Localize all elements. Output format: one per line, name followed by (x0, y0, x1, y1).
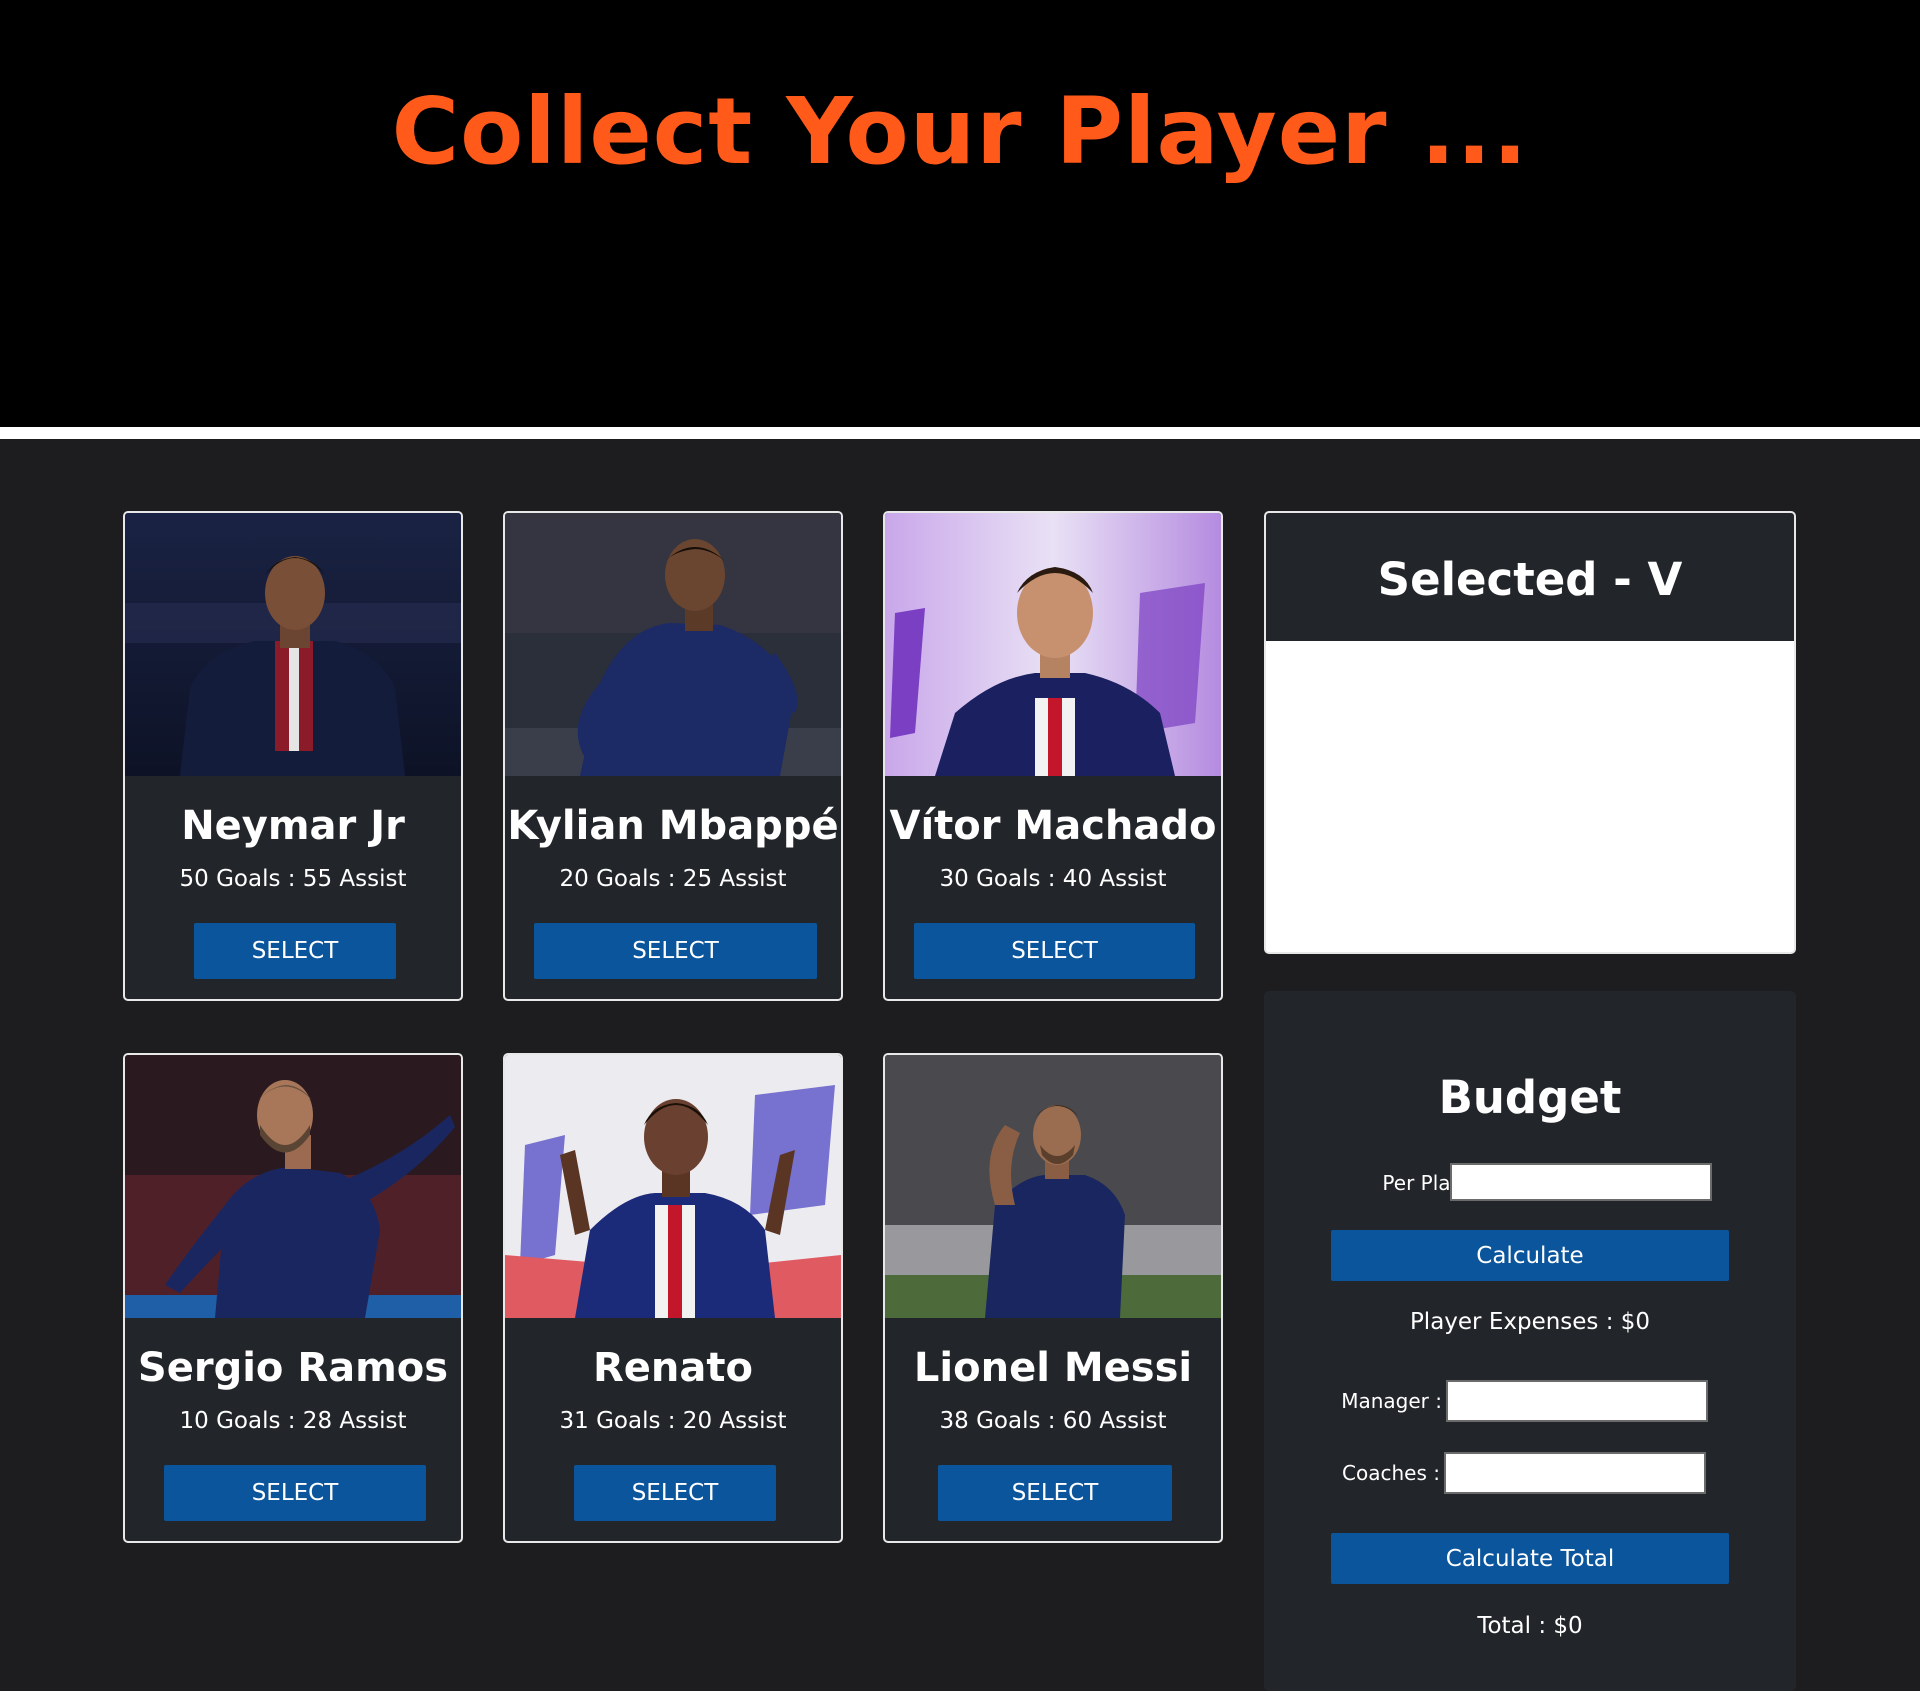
calculate-total-button[interactable]: Calculate Total (1331, 1533, 1729, 1584)
player-stats: 30 Goals : 40 Assist (939, 866, 1167, 892)
player-name: Kylian Mbappé (507, 803, 839, 849)
select-button-neymar[interactable]: SELECT (194, 923, 396, 979)
total-amount: Total : $0 (1477, 1613, 1583, 1639)
select-button-messi[interactable]: SELECT (938, 1465, 1172, 1521)
player-name: Vítor Machado (889, 803, 1217, 849)
player-stats: 31 Goals : 20 Assist (559, 1408, 787, 1434)
selected-panel-header: Selected - V (1266, 513, 1794, 641)
player-name: Lionel Messi (913, 1345, 1193, 1391)
player-card-messi: Lionel Messi 38 Goals : 60 Assist SELECT (883, 1053, 1223, 1543)
select-button-machado[interactable]: SELECT (914, 923, 1195, 979)
player-photo-messi (885, 1055, 1221, 1318)
select-button-mbappe[interactable]: SELECT (534, 923, 817, 979)
player-card-ramos: Sergio Ramos 10 Goals : 28 Assist SELECT (123, 1053, 463, 1543)
player-stats: 20 Goals : 25 Assist (559, 866, 787, 892)
select-button-ramos[interactable]: SELECT (164, 1465, 426, 1521)
player-name: Neymar Jr (181, 803, 405, 849)
selected-title: Selected - V (1377, 553, 1683, 606)
player-photo-neymar (125, 513, 461, 776)
page-header: Collect Your Player ... (0, 0, 1920, 427)
select-button-renato[interactable]: SELECT (574, 1465, 776, 1521)
player-card-renato: Renato 31 Goals : 20 Assist SELECT (503, 1053, 843, 1543)
player-name: Sergio Ramos (137, 1345, 449, 1391)
player-card-neymar: Neymar Jr 50 Goals : 55 Assist SELECT (123, 511, 463, 1001)
player-photo-mbappe (505, 513, 841, 776)
player-photo-machado (885, 513, 1221, 776)
player-stats: 50 Goals : 55 Assist (179, 866, 407, 892)
budget-title: Budget (1438, 1071, 1622, 1124)
player-photo-renato (505, 1055, 841, 1318)
header-divider (0, 427, 1920, 439)
page-title: Collect Your Player ... (391, 78, 1529, 185)
manager-label: Manager : (1341, 1389, 1442, 1413)
player-expenses: Player Expenses : $0 (1409, 1309, 1651, 1335)
calculate-button[interactable]: Calculate (1331, 1230, 1729, 1281)
player-name: Renato (593, 1345, 753, 1391)
player-photo-ramos (125, 1055, 461, 1318)
player-stats: 38 Goals : 60 Assist (939, 1408, 1167, 1434)
coaches-input[interactable] (1444, 1452, 1706, 1494)
manager-input[interactable] (1446, 1380, 1708, 1422)
coaches-label: Coaches : (1342, 1461, 1440, 1485)
player-stats: 10 Goals : 28 Assist (179, 1408, 407, 1434)
player-card-machado: Vítor Machado 30 Goals : 40 Assist SELEC… (883, 511, 1223, 1001)
selected-players-panel: Selected - V (1264, 511, 1796, 954)
per-player-input[interactable] (1450, 1163, 1712, 1201)
player-card-mbappe: Kylian Mbappé 20 Goals : 25 Assist SELEC… (503, 511, 843, 1001)
budget-panel: Budget Per Player : Calculate Player Exp… (1264, 991, 1796, 1691)
